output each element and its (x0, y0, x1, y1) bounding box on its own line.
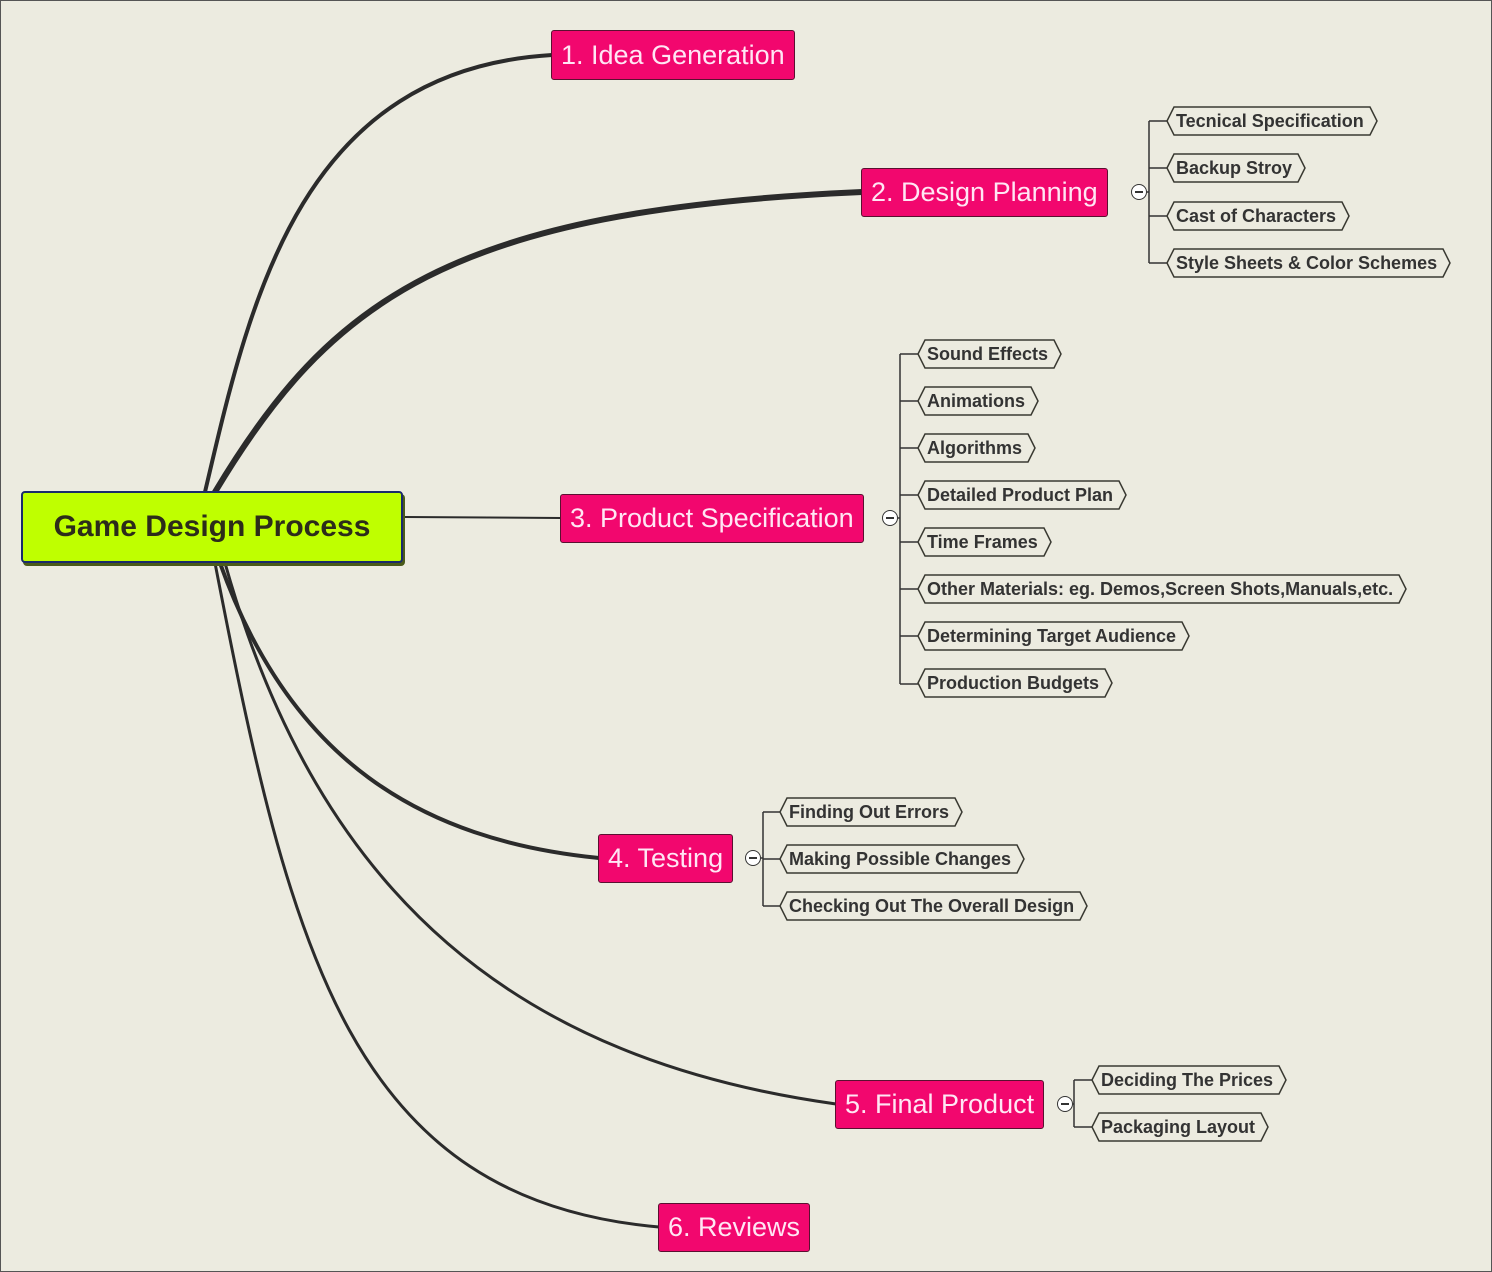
branch-design-planning[interactable]: 2. Design Planning (861, 168, 1108, 217)
link-design-planning (212, 189, 865, 495)
link-reviews (213, 561, 661, 1229)
subtopic[interactable]: Algorithms (917, 433, 1036, 463)
branch-final-product[interactable]: 5. Final Product (835, 1080, 1045, 1129)
subtopic[interactable]: Tecnical Specification (1166, 106, 1378, 136)
branch-idea-generation[interactable]: 1. Idea Generation (551, 30, 795, 80)
subtopic[interactable]: Determining Target Audience (917, 621, 1190, 651)
link-final-product (223, 561, 838, 1106)
subtopic[interactable]: Production Budgets (917, 668, 1113, 698)
collapse-toggle-icon[interactable] (1131, 184, 1147, 200)
subtopic[interactable]: Deciding The Prices (1091, 1065, 1287, 1095)
subtopic[interactable]: Checking Out The Overall Design (779, 891, 1088, 921)
subtopic[interactable]: Sound Effects (917, 339, 1062, 369)
subtopic[interactable]: Time Frames (917, 527, 1052, 557)
collapse-toggle-icon[interactable] (882, 510, 898, 526)
collapse-toggle-icon[interactable] (1057, 1096, 1073, 1112)
subtopic[interactable]: Finding Out Errors (779, 797, 963, 827)
subtopic[interactable]: Animations (917, 386, 1039, 416)
subtopic[interactable]: Style Sheets & Color Schemes (1166, 248, 1451, 278)
collapse-toggle-icon[interactable] (745, 850, 761, 866)
link-product-specification (404, 516, 562, 519)
subtopic[interactable]: Cast of Characters (1166, 201, 1350, 231)
root-topic[interactable]: Game Design Process (21, 491, 403, 563)
subtopic[interactable]: Making Possible Changes (779, 844, 1025, 874)
branch-product-specification[interactable]: 3. Product Specification (560, 494, 864, 543)
subtopic[interactable]: Other Materials: eg. Demos,Screen Shots,… (917, 574, 1407, 604)
subtopic[interactable]: Backup Stroy (1166, 153, 1306, 183)
branch-reviews[interactable]: 6. Reviews (658, 1203, 811, 1252)
subtopic[interactable]: Packaging Layout (1091, 1112, 1269, 1142)
branch-testing[interactable]: 4. Testing (598, 834, 734, 883)
subtopic[interactable]: Detailed Product Plan (917, 480, 1127, 510)
